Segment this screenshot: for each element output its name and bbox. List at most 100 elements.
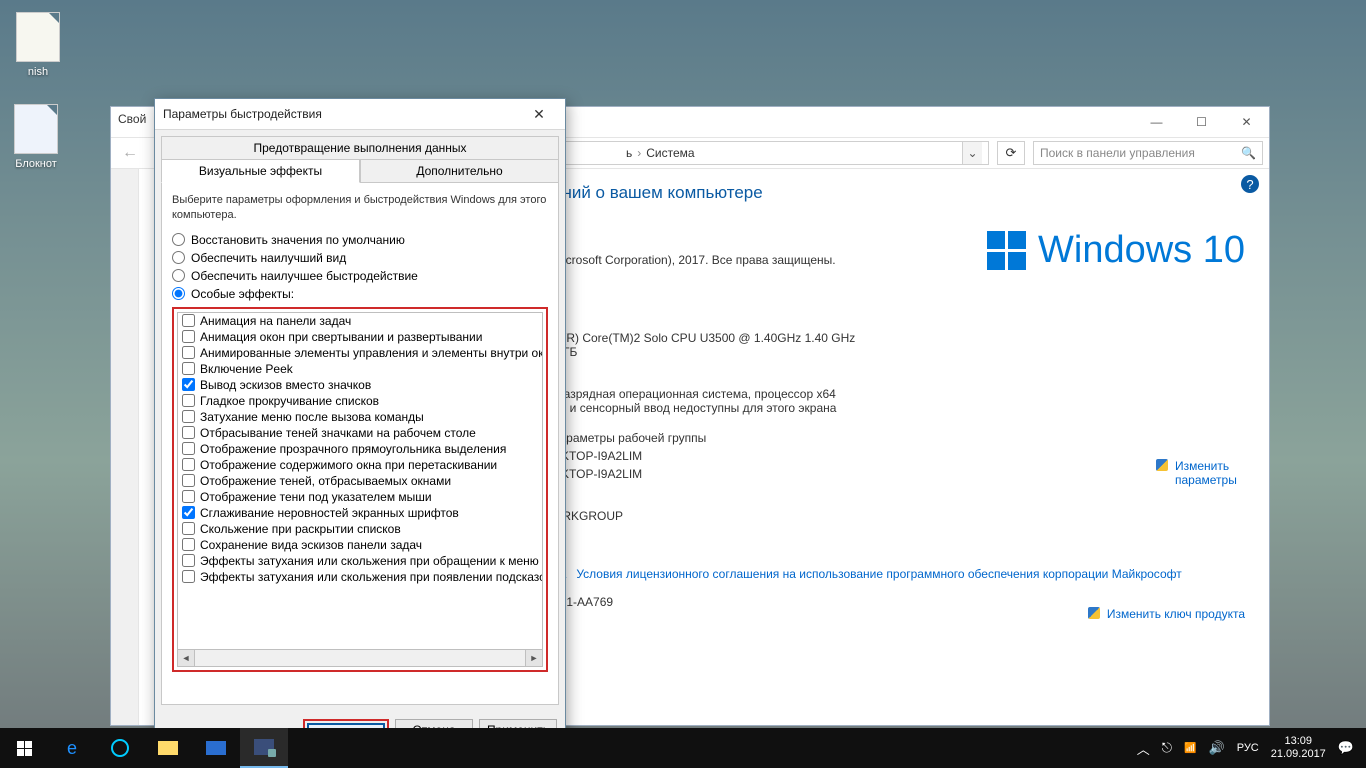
effect-row-8[interactable]: Отображение прозрачного прямоугольника в… [178,441,542,457]
effect-row-14[interactable]: Сохранение вида эскизов панели задач [178,537,542,553]
change-settings-link[interactable]: Изменить параметры [1156,459,1245,487]
effects-list[interactable]: Анимация на панели задач Анимация окон пр… [177,312,543,650]
radio-option-1[interactable]: Обеспечить наилучший вид [172,251,548,265]
effect-checkbox[interactable] [182,442,195,455]
effect-checkbox[interactable] [182,522,195,535]
radio-input[interactable] [172,287,185,300]
scroll-right-button[interactable]: ► [525,650,542,666]
effect-checkbox[interactable] [182,554,195,567]
shield-icon [1156,459,1168,471]
taskbar-app-1[interactable] [96,728,144,768]
desktop-icon-notepad[interactable]: Блокнот [14,104,58,170]
effect-row-16[interactable]: Эффекты затухания или скольжения при поя… [178,569,542,585]
effect-checkbox[interactable] [182,410,195,423]
radio-option-0[interactable]: Восстановить значения по умолчанию [172,233,548,247]
windows-logo: Windows 10 [987,229,1245,272]
close-button[interactable]: ✕ [521,102,557,126]
radio-option-2[interactable]: Обеспечить наилучшее быстродействие [172,269,548,283]
performance-options-dialog: Параметры быстродействия ✕ Предотвращени… [154,98,566,758]
ram-value: 0 ГБ [553,345,1245,359]
workgroup-value: ORKGROUP [553,509,1245,523]
effect-row-13[interactable]: Скольжение при раскрытии списков [178,521,542,537]
effect-checkbox[interactable] [182,506,195,519]
taskbar-file-explorer[interactable] [144,728,192,768]
effect-row-7[interactable]: Отбрасывание теней значками на рабочем с… [178,425,542,441]
effect-row-1[interactable]: Анимация окон при свертывании и разверты… [178,329,542,345]
effect-checkbox[interactable] [182,314,195,327]
search-icon: 🔍 [1241,146,1256,160]
icon-label: Блокнот [14,158,58,170]
touch-value: ро и сенсорный ввод недоступны для этого… [553,401,1245,415]
breadcrumb-part[interactable]: ь [626,146,632,160]
effect-row-12[interactable]: Сглаживание неровностей экранных шрифтов [178,505,542,521]
breadcrumb-system[interactable]: Система [646,146,694,160]
notepad-icon [14,104,58,154]
license-terms-link[interactable]: Условия лицензионного соглашения на испо… [576,567,1181,581]
tab-advanced[interactable]: Дополнительно [360,159,559,183]
tray-volume-icon[interactable]: 🔊 [1209,740,1225,756]
effect-label: Анимация окон при свертывании и разверты… [200,330,482,344]
effect-row-10[interactable]: Отображение теней, отбрасываемых окнами [178,473,542,489]
effects-highlight-box: Анимация на панели задач Анимация окон пр… [172,307,548,672]
effect-row-4[interactable]: Вывод эскизов вместо значков [178,377,542,393]
effect-label: Сглаживание неровностей экранных шрифтов [200,506,459,520]
tab-visual-effects[interactable]: Визуальные эффекты [161,159,360,183]
effect-checkbox[interactable] [182,378,195,391]
address-dropdown[interactable]: ⌄ [962,142,982,164]
tab-description: Выберите параметры оформления и быстроде… [172,193,548,223]
horizontal-scrollbar[interactable]: ◄ ► [177,650,543,667]
search-input[interactable]: Поиск в панели управления 🔍 [1033,141,1263,165]
tray-network-icon[interactable]: 📶 [1184,743,1196,754]
tab-dep[interactable]: Предотвращение выполнения данных [161,136,559,159]
effect-checkbox[interactable] [182,538,195,551]
maximize-button[interactable]: ☐ [1179,108,1224,136]
refresh-button[interactable]: ⟳ [997,141,1025,165]
dialog-title: Параметры быстродействия [163,107,322,121]
action-center-icon[interactable]: 💬 [1338,740,1354,756]
effect-row-0[interactable]: Анимация на панели задач [178,313,542,329]
effect-checkbox[interactable] [182,458,195,471]
effect-checkbox[interactable] [182,330,195,343]
close-button[interactable]: ✕ [1224,108,1269,136]
start-button[interactable] [0,728,48,768]
computer-name: SKTOP-I9A2LIM [553,449,1245,463]
effect-label: Отображение прозрачного прямоугольника в… [200,442,506,456]
effect-checkbox[interactable] [182,346,195,359]
radio-option-3[interactable]: Особые эффекты: [172,287,548,301]
effect-row-11[interactable]: Отображение тени под указателем мыши [178,489,542,505]
effect-checkbox[interactable] [182,426,195,439]
taskbar-edge[interactable]: e [48,728,96,768]
effect-row-2[interactable]: Анимированные элементы управления и элем… [178,345,542,361]
radio-input[interactable] [172,269,185,282]
effect-label: Анимация на панели задач [200,314,351,328]
dialog-titlebar[interactable]: Параметры быстродействия ✕ [155,99,565,129]
effect-checkbox[interactable] [182,474,195,487]
desktop-icon-nish[interactable]: nish [16,12,60,78]
effect-checkbox[interactable] [182,362,195,375]
radio-input[interactable] [172,233,185,246]
radio-input[interactable] [172,251,185,264]
effect-row-5[interactable]: Гладкое прокручивание списков [178,393,542,409]
help-icon[interactable]: ? [1241,175,1259,193]
effect-checkbox[interactable] [182,570,195,583]
radio-label: Особые эффекты: [191,287,294,301]
effect-row-9[interactable]: Отображение содержимого окна при перетас… [178,457,542,473]
effect-row-15[interactable]: Эффекты затухания или скольжения при обр… [178,553,542,569]
effect-row-6[interactable]: Затухание меню после вызова команды [178,409,542,425]
taskbar-app-2[interactable] [192,728,240,768]
change-product-key-link[interactable]: Изменить ключ продукта [1088,607,1245,621]
minimize-button[interactable]: — [1134,108,1179,136]
taskbar-system-properties[interactable] [240,728,288,768]
radio-label: Обеспечить наилучший вид [191,251,346,265]
taskbar[interactable]: e ︿ ⎋ 📶 🔊 РУС 13:09 21.09.2017 💬 [0,728,1366,768]
tray-power-icon[interactable]: ⎋ [1162,740,1172,756]
nav-back-button[interactable]: ← [117,140,143,166]
tray-chevron-up-icon[interactable]: ︿ [1137,739,1150,758]
effect-checkbox[interactable] [182,394,195,407]
scroll-left-button[interactable]: ◄ [178,650,195,666]
effect-checkbox[interactable] [182,490,195,503]
radio-label: Обеспечить наилучшее быстродействие [191,269,418,283]
tray-language[interactable]: РУС [1237,742,1259,754]
taskbar-clock[interactable]: 13:09 21.09.2017 [1271,735,1326,760]
effect-row-3[interactable]: Включение Peek [178,361,542,377]
